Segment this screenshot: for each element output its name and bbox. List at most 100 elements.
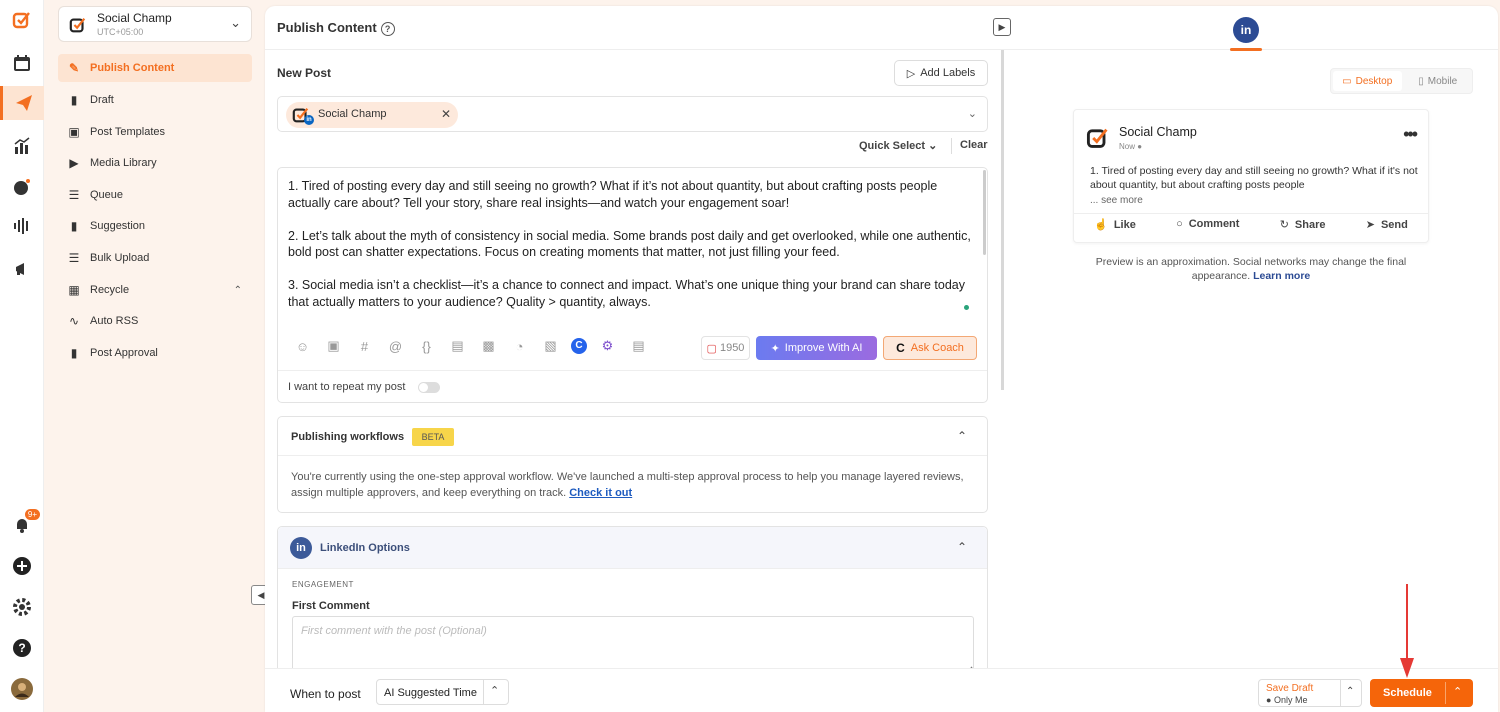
help-icon[interactable]: ?: [10, 636, 34, 660]
engage-icon[interactable]: [10, 175, 34, 199]
bell-icon[interactable]: 9+: [10, 509, 40, 537]
trash-icon[interactable]: ▢: [707, 342, 717, 355]
editor-toolbar: ☺ ▣ # @ {} ▤ ▩ ◔ ▧ C ⚙ ▤: [292, 338, 649, 354]
calendar-icon[interactable]: [10, 51, 34, 75]
camera-icon[interactable]: ▣: [323, 338, 344, 354]
bottom-action-bar: When to post AI Suggested Time ⌃ Save Dr…: [265, 668, 1498, 712]
repeat-post-label: I want to repeat my post: [288, 381, 406, 393]
linkedin-options-header[interactable]: in LinkedIn Options ⌃: [278, 527, 987, 569]
save-draft-label: Save Draft: [1266, 683, 1314, 694]
avatar[interactable]: [10, 677, 34, 701]
thumbs-up-icon: ☝: [1094, 219, 1108, 231]
account-name: Social Champ: [97, 11, 172, 25]
notes-icon[interactable]: ▧: [540, 338, 561, 354]
account-switcher[interactable]: Social Champ UTC+05:00 ⌄: [58, 6, 252, 42]
save-draft-button[interactable]: Save Draft ● Only Me ⌃: [1258, 679, 1362, 707]
improve-with-ai-button[interactable]: ✦ Improve With AI: [756, 336, 877, 360]
like-action[interactable]: ☝ Like: [1094, 218, 1136, 231]
share-action[interactable]: ↻ Share: [1280, 218, 1326, 231]
post-text[interactable]: 1. Tired of posting every day and still …: [288, 178, 976, 327]
clear-button[interactable]: Clear: [960, 139, 988, 151]
mobile-tab[interactable]: ▯ Mobile: [1404, 69, 1473, 93]
template-icon: ▣: [68, 125, 80, 139]
plus-icon[interactable]: [10, 554, 34, 578]
mention-icon[interactable]: @: [385, 339, 406, 354]
sidebar-item-post-approval[interactable]: ▮ Post Approval: [58, 339, 252, 367]
social-champ-logo[interactable]: [10, 8, 34, 32]
linkedin-icon: in: [290, 537, 312, 559]
pencil-icon: ✎: [68, 61, 80, 75]
first-comment-input[interactable]: [292, 616, 974, 676]
preview-actions: ☝ Like ○ Comment ↻ Share ➤ Send: [1074, 218, 1428, 231]
sidebar-item-bulk-upload[interactable]: ☰ Bulk Upload: [58, 244, 252, 272]
quick-select-dropdown[interactable]: Quick Select ⌄: [859, 139, 937, 152]
desktop-tab[interactable]: ▭ Desktop: [1333, 71, 1402, 91]
desktop-icon: ▭: [1342, 75, 1352, 87]
improve-ai-label: Improve With AI: [784, 342, 863, 354]
selected-account-chip[interactable]: in Social Champ ✕: [286, 102, 458, 128]
chevron-down-icon[interactable]: ⌄: [968, 107, 977, 120]
canva-icon[interactable]: C: [571, 338, 587, 354]
document-icon: ▮: [70, 93, 78, 107]
more-options-icon[interactable]: •••: [1403, 124, 1418, 145]
sidebar-item-label: Post Approval: [90, 347, 158, 359]
post-editor[interactable]: 1. Tired of posting every day and still …: [277, 167, 988, 403]
see-more-link[interactable]: ... see more: [1090, 195, 1143, 206]
chevron-up-icon[interactable]: ⌃: [957, 540, 967, 554]
analytics-icon[interactable]: [10, 134, 34, 158]
ask-coach-button[interactable]: C Ask Coach: [883, 336, 977, 360]
sidebar-item-label: Auto RSS: [90, 315, 139, 327]
social-champ-logo: [69, 18, 86, 33]
help-icon[interactable]: ?: [380, 21, 395, 36]
divider: [278, 455, 987, 456]
remove-account-icon[interactable]: ✕: [441, 107, 451, 121]
sidebar-item-queue[interactable]: ☰ Queue: [58, 181, 252, 209]
sidebar-item-draft[interactable]: ▮ Draft: [58, 86, 252, 114]
mobile-label: Mobile: [1427, 75, 1458, 87]
comment-action[interactable]: ○ Comment: [1176, 218, 1239, 231]
comment-icon: ○: [1176, 218, 1183, 230]
settings-icon[interactable]: [10, 595, 34, 619]
quick-select-label: Quick Select: [859, 140, 926, 152]
megaphone-icon[interactable]: [10, 257, 34, 281]
linkedin-tab[interactable]: in: [1233, 17, 1259, 43]
sidebar: Social Champ UTC+05:00 ⌄ ✎ Publish Conten…: [52, 0, 257, 712]
sidebar-item-suggestion[interactable]: ▮ Suggestion: [58, 212, 252, 240]
active-tab-indicator: [1230, 48, 1262, 51]
sidebar-item-media-library[interactable]: ▶ Media Library: [58, 149, 252, 177]
preview-account-name: Social Champ: [1119, 125, 1197, 139]
add-labels-button[interactable]: ▷ Add Labels: [894, 60, 988, 86]
chevron-up-icon[interactable]: ⌃: [1346, 686, 1354, 697]
repeat-post-toggle[interactable]: [418, 382, 440, 393]
document-icon[interactable]: ▤: [447, 338, 468, 354]
editor-scrollbar[interactable]: [983, 170, 986, 255]
split-icon[interactable]: ▤: [628, 338, 649, 354]
robot-icon[interactable]: ⚙: [597, 338, 618, 354]
chevron-up-icon[interactable]: ⌃: [957, 429, 967, 443]
gif-icon[interactable]: ▩: [478, 338, 499, 354]
chevron-up-icon[interactable]: ⌃: [1453, 685, 1462, 698]
tag-icon: ▷: [906, 67, 916, 80]
divider: [1074, 213, 1428, 214]
hashtag-icon[interactable]: #: [354, 339, 375, 354]
linkedin-options-section: in LinkedIn Options ⌃ ENGAGEMENT First C…: [277, 526, 988, 686]
learn-more-link[interactable]: Learn more: [1253, 270, 1310, 282]
send-action[interactable]: ➤ Send: [1366, 218, 1408, 231]
publish-icon[interactable]: [0, 86, 44, 120]
account-selector[interactable]: in Social Champ ✕ ⌄: [277, 96, 988, 132]
emoji-icon[interactable]: ☺: [292, 339, 313, 354]
pie-chart-icon[interactable]: ◔: [509, 339, 530, 354]
sidebar-item-auto-rss[interactable]: ∿ Auto RSS: [58, 307, 252, 335]
divider: [1445, 682, 1446, 704]
post-time-dropdown[interactable]: AI Suggested Time ⌃: [376, 679, 509, 705]
chevron-up-icon[interactable]: ⌃: [490, 684, 499, 697]
check-it-out-link[interactable]: Check it out: [569, 487, 632, 499]
panel-splitter[interactable]: [1001, 50, 1004, 390]
variables-icon[interactable]: {}: [416, 339, 437, 354]
schedule-button[interactable]: Schedule ⌃: [1370, 679, 1473, 707]
sidebar-item-post-templates[interactable]: ▣ Post Templates: [58, 118, 252, 146]
sidebar-item-recycle[interactable]: ▦ Recycle ⌃: [58, 276, 252, 304]
sidebar-item-publish-content[interactable]: ✎ Publish Content: [58, 54, 252, 82]
listening-icon[interactable]: [10, 214, 34, 238]
page-title-text: Publish Content: [277, 20, 377, 35]
